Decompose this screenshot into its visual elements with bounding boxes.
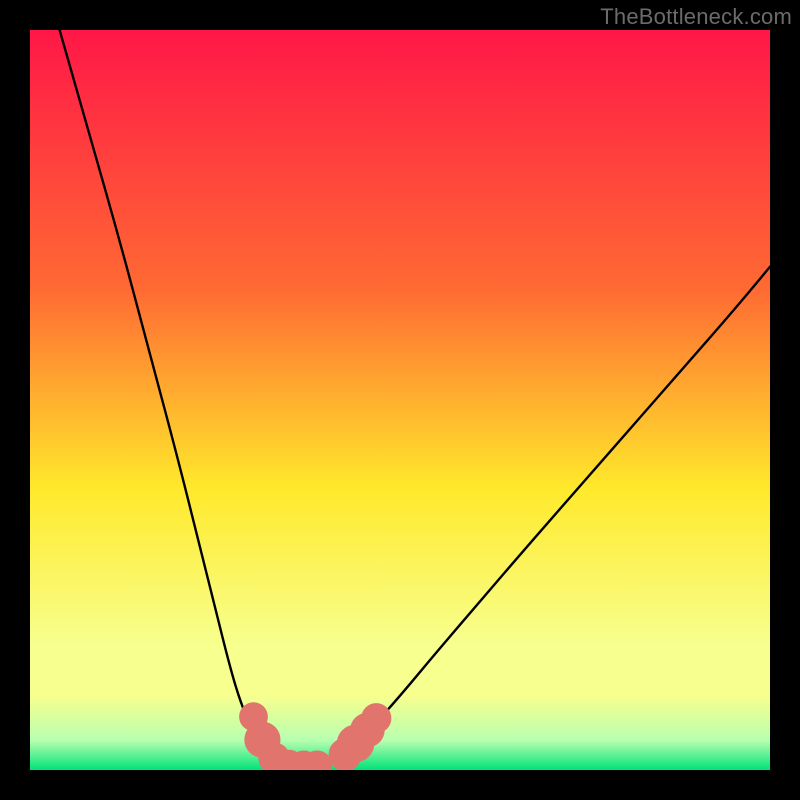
plot-area bbox=[30, 30, 770, 770]
bottleneck-curve-chart bbox=[30, 30, 770, 770]
chart-frame: TheBottleneck.com bbox=[0, 0, 800, 800]
data-marker bbox=[361, 703, 391, 733]
watermark-text: TheBottleneck.com bbox=[600, 4, 792, 30]
gradient-background bbox=[30, 30, 770, 770]
